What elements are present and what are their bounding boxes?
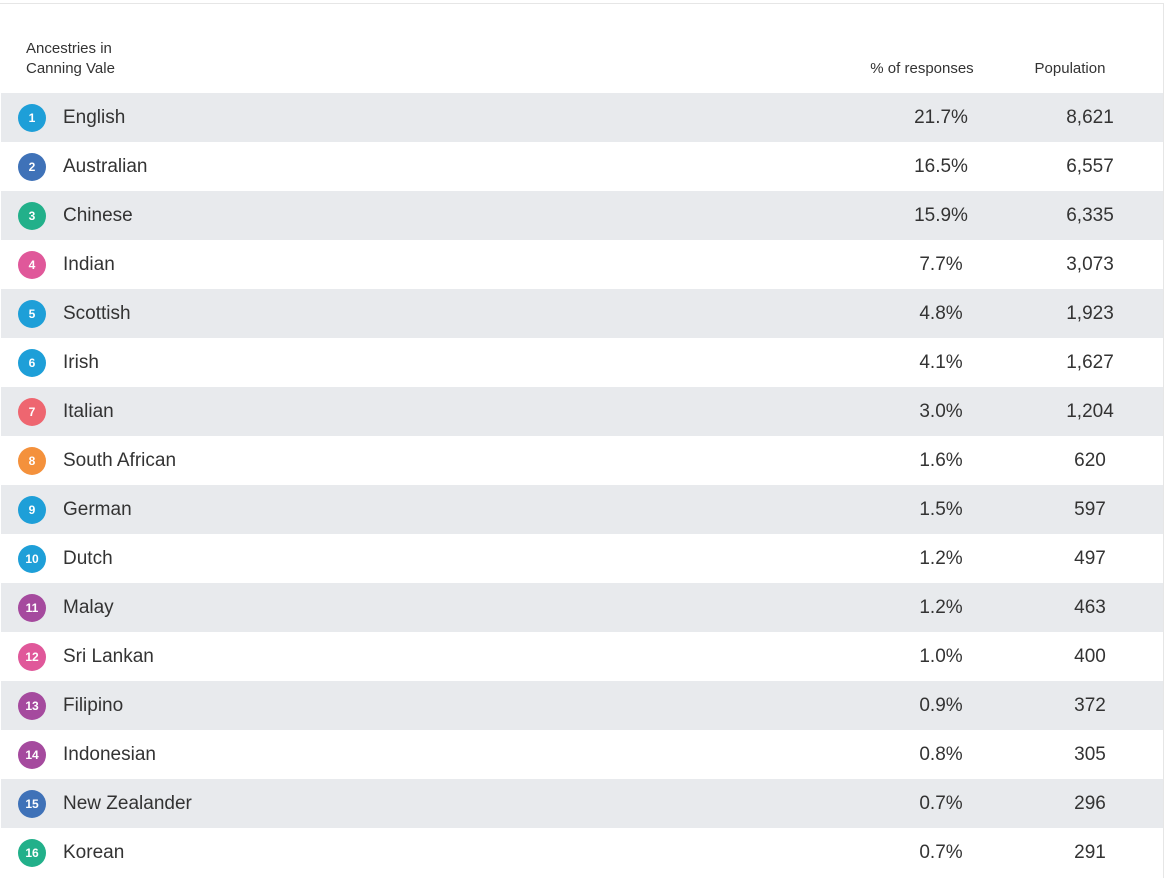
population-value: 296 <box>1074 793 1106 814</box>
table-row: 7 Italian 3.0% 1,204 <box>1 387 1163 436</box>
ancestry-name: Sri Lankan <box>63 646 154 667</box>
rank-badge: 3 <box>18 202 46 230</box>
rank-badge: 7 <box>18 398 46 426</box>
column-header-population: Population <box>1034 60 1106 77</box>
percent-value: 3.0% <box>919 401 963 422</box>
table-row: 6 Irish 4.1% 1,627 <box>1 338 1163 387</box>
table-row: 2 Australian 16.5% 6,557 <box>1 142 1163 191</box>
ancestry-name: Indonesian <box>63 744 156 765</box>
population-value: 6,557 <box>1066 156 1114 177</box>
percent-value: 1.0% <box>919 646 963 667</box>
rank-badge: 6 <box>18 349 46 377</box>
percent-value: 0.7% <box>919 793 963 814</box>
population-value: 463 <box>1074 597 1106 618</box>
population-value: 305 <box>1074 744 1106 765</box>
table-title: Ancestries in Canning Vale <box>26 40 115 77</box>
ancestry-name: German <box>63 499 132 520</box>
rank-badge: 1 <box>18 104 46 132</box>
rank-badge: 10 <box>18 545 46 573</box>
ancestry-name: Australian <box>63 156 148 177</box>
ancestry-name: English <box>63 107 126 128</box>
table-row: 14 Indonesian 0.8% 305 <box>1 730 1163 779</box>
table-row: 9 German 1.5% 597 <box>1 485 1163 534</box>
table-row: 3 Chinese 15.9% 6,335 <box>1 191 1163 240</box>
rank-badge: 2 <box>18 153 46 181</box>
ancestry-name: South African <box>63 450 177 471</box>
table-row: 5 Scottish 4.8% 1,923 <box>1 289 1163 338</box>
ancestry-name: New Zealander <box>63 793 192 814</box>
rank-badge: 9 <box>18 496 46 524</box>
population-value: 620 <box>1074 450 1106 471</box>
population-value: 8,621 <box>1066 107 1114 128</box>
rank-badge: 13 <box>18 692 46 720</box>
rank-badge: 4 <box>18 251 46 279</box>
percent-value: 4.8% <box>919 303 963 324</box>
ancestry-name: Dutch <box>63 548 113 569</box>
percent-value: 0.8% <box>919 744 963 765</box>
table-row: 4 Indian 7.7% 3,073 <box>1 240 1163 289</box>
percent-value: 15.9% <box>914 205 968 226</box>
rank-badge: 11 <box>18 594 46 622</box>
population-value: 1,627 <box>1066 352 1114 373</box>
table-row: 15 New Zealander 0.7% 296 <box>1 779 1163 828</box>
population-value: 1,923 <box>1066 303 1114 324</box>
rank-badge: 12 <box>18 643 46 671</box>
table-row: 8 South African 1.6% 620 <box>1 436 1163 485</box>
population-value: 6,335 <box>1066 205 1114 226</box>
ancestry-name: Chinese <box>63 205 133 226</box>
ancestry-table-body: 1 English 21.7% 8,621 2 Australian 16.5% 6,557 3… <box>1 93 1163 877</box>
table-row: 1 English 21.7% 8,621 <box>1 93 1163 142</box>
ancestry-name: Scottish <box>63 303 131 324</box>
population-value: 597 <box>1074 499 1106 520</box>
rank-badge: 8 <box>18 447 46 475</box>
percent-value: 7.7% <box>919 254 963 275</box>
rank-badge: 15 <box>18 790 46 818</box>
percent-value: 21.7% <box>914 107 968 128</box>
percent-value: 1.6% <box>919 450 963 471</box>
population-value: 400 <box>1074 646 1106 667</box>
table-row: 12 Sri Lankan 1.0% 400 <box>1 632 1163 681</box>
percent-value: 1.2% <box>919 597 963 618</box>
percent-value: 1.5% <box>919 499 963 520</box>
population-value: 3,073 <box>1066 254 1114 275</box>
rank-badge: 16 <box>18 839 46 867</box>
table-header: Ancestries in Canning Vale % of response… <box>0 0 1163 93</box>
table-row: 13 Filipino 0.9% 372 <box>1 681 1163 730</box>
ancestry-name: Malay <box>63 597 114 618</box>
ancestry-name: Korean <box>63 842 125 863</box>
population-value: 372 <box>1074 695 1106 716</box>
rank-badge: 14 <box>18 741 46 769</box>
percent-value: 0.9% <box>919 695 963 716</box>
ancestry-name: Irish <box>63 352 99 373</box>
percent-value: 16.5% <box>914 156 968 177</box>
table-row: 10 Dutch 1.2% 497 <box>1 534 1163 583</box>
population-value: 291 <box>1074 842 1106 863</box>
percent-value: 4.1% <box>919 352 963 373</box>
ancestry-name: Italian <box>63 401 114 422</box>
table-row: 16 Korean 0.7% 291 <box>1 828 1163 877</box>
ancestry-name: Indian <box>63 254 115 275</box>
population-value: 497 <box>1074 548 1106 569</box>
population-value: 1,204 <box>1066 401 1114 422</box>
table-row: 11 Malay 1.2% 463 <box>1 583 1163 632</box>
rank-badge: 5 <box>18 300 46 328</box>
percent-value: 0.7% <box>919 842 963 863</box>
column-header-percent: % of responses <box>870 60 974 77</box>
percent-value: 1.2% <box>919 548 963 569</box>
ancestry-name: Filipino <box>63 695 124 716</box>
